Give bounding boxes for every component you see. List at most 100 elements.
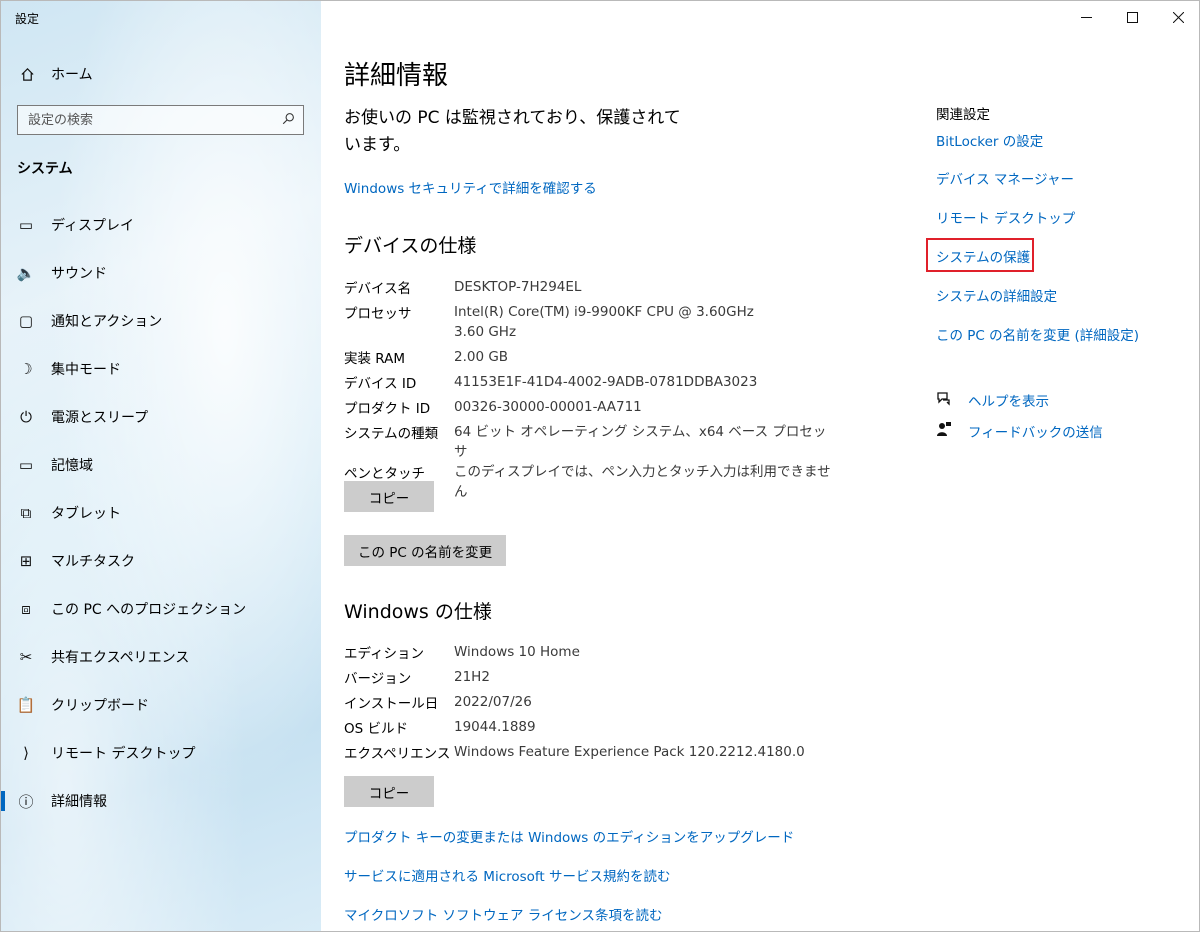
- info-icon: ⓘ: [18, 792, 34, 811]
- spec-key: 実装 RAM: [344, 351, 406, 367]
- spec-key: インストール日: [344, 696, 439, 712]
- spec-row: OS ビルド 19044.1889: [344, 717, 864, 742]
- service-agreement-link[interactable]: サービスに適用される Microsoft サービス規約を読む: [344, 865, 671, 885]
- spec-value: DESKTOP-7H294EL: [454, 279, 582, 295]
- spec-row: プロセッサ Intel(R) Core(TM) i9-9900KF CPU @ …: [344, 302, 864, 347]
- sidebar-item-shared[interactable]: ✂ 共有エクスペリエンス: [1, 633, 321, 681]
- sidebar-item-label: この PC へのプロジェクション: [51, 602, 247, 618]
- maximize-button[interactable]: [1109, 1, 1155, 33]
- help-row[interactable]: ヘルプを表示: [936, 390, 1049, 410]
- power-icon: ⏻: [20, 408, 32, 426]
- sidebar-item-projection[interactable]: ⧈ この PC へのプロジェクション: [1, 585, 321, 633]
- window-controls: [1063, 1, 1199, 33]
- spec-row: 実装 RAM 2.00 GB: [344, 347, 864, 372]
- product-key-link[interactable]: プロダクト キーの変更または Windows のエディションをアップグレード: [344, 826, 794, 846]
- spec-value: Windows 10 Home: [454, 644, 580, 660]
- device-manager-link[interactable]: デバイス マネージャー: [936, 168, 1074, 188]
- system-protection-link[interactable]: システムの保護: [936, 246, 1030, 266]
- spec-row: バージョン 21H2: [344, 667, 864, 692]
- sidebar-item-label: 記憶域: [51, 458, 93, 474]
- rename-pc-button[interactable]: この PC の名前を変更: [344, 535, 507, 566]
- sidebar-item-display[interactable]: ▭ ディスプレイ: [1, 201, 321, 249]
- monitor-icon: ▭: [18, 216, 34, 234]
- spec-value: 2.00 GB: [454, 349, 509, 365]
- sidebar-item-label: サウンド: [51, 266, 107, 282]
- sidebar-item-label: ディスプレイ: [51, 218, 135, 234]
- bitlocker-link[interactable]: BitLocker の設定: [936, 130, 1043, 150]
- spec-row: プロダクト ID 00326-30000-00001-AA711: [344, 397, 864, 422]
- security-link[interactable]: Windows セキュリティで詳細を確認する: [344, 177, 597, 197]
- clipboard-icon: 📋: [16, 696, 36, 714]
- settings-window: 設定 ホーム システム ▭ ディスプレイ 🔈 サウンド ▢: [0, 0, 1200, 932]
- sidebar-item-storage[interactable]: ▭ 記憶域: [1, 441, 321, 489]
- device-specs-heading: デバイスの仕様: [344, 235, 477, 257]
- rename-pc-advanced-link[interactable]: この PC の名前を変更 (詳細設定): [936, 324, 1139, 344]
- windows-specs-heading: Windows の仕様: [344, 601, 492, 623]
- copy-device-specs-button[interactable]: コピー: [344, 481, 434, 512]
- storage-icon: ▭: [18, 456, 34, 474]
- nav-home-label: ホーム: [51, 67, 93, 83]
- projection-icon: ⧈: [21, 600, 31, 618]
- spec-value: 00326-30000-00001-AA711: [454, 399, 642, 415]
- spec-value: Windows Feature Experience Pack 120.2212…: [454, 744, 805, 760]
- search-input[interactable]: [18, 106, 273, 134]
- spec-row: システムの種類 64 ビット オペレーティング システム、x64 ベース プロセ…: [344, 422, 864, 462]
- sidebar-item-clipboard[interactable]: 📋 クリップボード: [1, 681, 321, 729]
- license-terms-link[interactable]: マイクロソフト ソフトウェア ライセンス条項を読む: [344, 904, 663, 924]
- sidebar-item-notifications[interactable]: ▢ 通知とアクション: [1, 297, 321, 345]
- spec-key: プロセッサ: [344, 306, 412, 322]
- spec-key: バージョン: [344, 671, 412, 687]
- protection-status: お使いの PC は監視されており、保護されています。: [344, 108, 681, 155]
- search-icon[interactable]: [273, 112, 303, 129]
- spec-key: OS ビルド: [344, 721, 408, 737]
- speaker-icon: 🔈: [16, 264, 36, 282]
- windows-specs-table: エディション Windows 10 Home バージョン 21H2 インストール…: [344, 642, 864, 767]
- advanced-system-settings-link[interactable]: システムの詳細設定: [936, 285, 1057, 305]
- sidebar-item-sound[interactable]: 🔈 サウンド: [1, 249, 321, 297]
- nav-home[interactable]: ホーム: [1, 59, 321, 89]
- sidebar-item-focus[interactable]: ☽ 集中モード: [1, 345, 321, 393]
- nav-list: ▭ ディスプレイ 🔈 サウンド ▢ 通知とアクション ☽ 集中モード ⏻ 電源と…: [1, 201, 321, 825]
- remote-icon: ⟩: [23, 744, 29, 762]
- sidebar-item-label: マルチタスク: [51, 554, 135, 570]
- spec-row: デバイス名 DESKTOP-7H294EL: [344, 277, 864, 302]
- device-specs-table: デバイス名 DESKTOP-7H294EL プロセッサ Intel(R) Cor…: [344, 277, 864, 502]
- spec-row: エクスペリエンス Windows Feature Experience Pack…: [344, 742, 864, 767]
- sidebar-item-label: 通知とアクション: [51, 314, 163, 330]
- spec-key: デバイス ID: [344, 376, 417, 392]
- sidebar-item-about[interactable]: ⓘ 詳細情報: [1, 777, 321, 825]
- close-button[interactable]: [1155, 1, 1199, 33]
- search-box[interactable]: [17, 105, 304, 135]
- spec-value: 21H2: [454, 669, 490, 685]
- share-icon: ✂: [19, 648, 33, 666]
- sidebar-item-tablet[interactable]: ⧉ タブレット: [1, 489, 321, 537]
- sidebar-item-label: 電源とスリープ: [51, 410, 149, 426]
- sidebar-item-label: クリップボード: [51, 698, 149, 714]
- feedback-row[interactable]: フィードバックの送信: [936, 421, 1103, 441]
- spec-key: エディション: [344, 646, 425, 662]
- copy-windows-specs-button[interactable]: コピー: [344, 776, 434, 807]
- sidebar-item-multitask[interactable]: ⊞ マルチタスク: [1, 537, 321, 585]
- help-link[interactable]: ヘルプを表示: [968, 390, 1049, 410]
- main-content: 詳細情報 お使いの PC は監視されており、保護されています。 Windows …: [321, 1, 1199, 931]
- spec-row: デバイス ID 41153E1F-41D4-4002-9ADB-0781DDBA…: [344, 372, 864, 397]
- spec-value: 41153E1F-41D4-4002-9ADB-0781DDBA3023: [454, 374, 758, 390]
- feedback-icon: [936, 421, 968, 441]
- spec-key: デバイス名: [344, 281, 412, 297]
- spec-row: エディション Windows 10 Home: [344, 642, 864, 667]
- spec-value: Intel(R) Core(TM) i9-9900KF CPU @ 3.60GH…: [454, 304, 754, 340]
- spec-value: 19044.1889: [454, 719, 536, 735]
- spec-value: このディスプレイでは、ペン入力とタッチ入力は利用できません: [454, 464, 831, 500]
- feedback-link[interactable]: フィードバックの送信: [968, 421, 1103, 441]
- help-chat-icon: [936, 390, 968, 410]
- app-title: 設定: [15, 12, 40, 26]
- sidebar: 設定 ホーム システム ▭ ディスプレイ 🔈 サウンド ▢: [1, 1, 321, 931]
- sidebar-section-title: システム: [17, 161, 73, 177]
- minimize-button[interactable]: [1063, 1, 1109, 33]
- sidebar-item-power[interactable]: ⏻ 電源とスリープ: [1, 393, 321, 441]
- remote-desktop-link[interactable]: リモート デスクトップ: [936, 207, 1075, 227]
- related-settings-title: 関連設定: [936, 107, 990, 123]
- sidebar-item-label: 共有エクスペリエンス: [51, 650, 190, 666]
- spec-value: 64 ビット オペレーティング システム、x64 ベース プロセッサ: [454, 424, 827, 460]
- sidebar-item-remote[interactable]: ⟩ リモート デスクトップ: [1, 729, 321, 777]
